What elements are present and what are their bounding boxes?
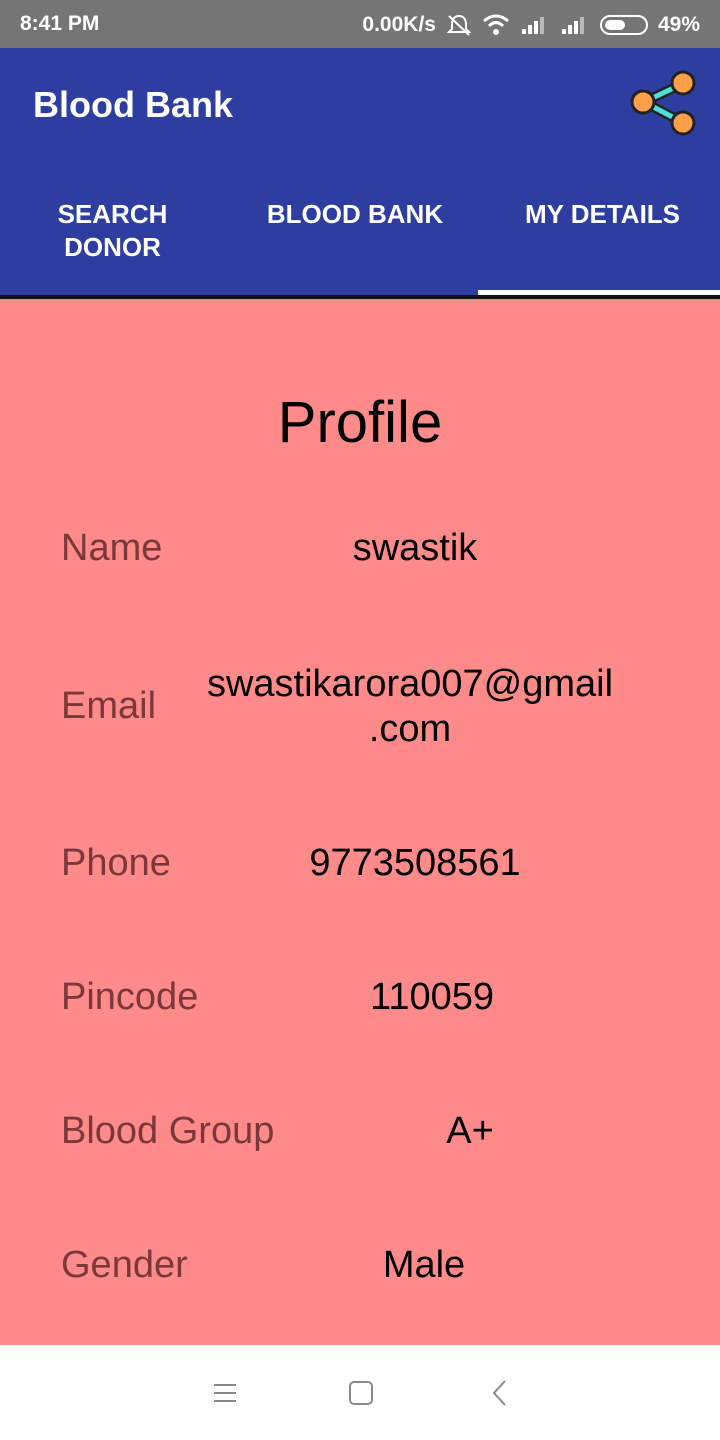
status-time: 8:41 PM xyxy=(20,12,100,35)
profile-panel: Profile Name swastik Email swastikarora0… xyxy=(0,299,720,1345)
email-label: Email xyxy=(61,685,157,727)
status-bar: 8:41 PM 0.00K/s 49% xyxy=(0,0,720,48)
tab-label: MY DETAILS xyxy=(524,199,681,229)
email-value-line: .com xyxy=(368,708,452,750)
email-value-line: swastikarora007@gmail xyxy=(206,663,614,705)
pincode-value: 110059 xyxy=(370,976,494,1018)
tab-label: SEARCH DONOR xyxy=(57,199,168,262)
phone-label: Phone xyxy=(61,842,171,884)
gender-value: Male xyxy=(382,1244,466,1286)
signal-icon xyxy=(560,14,590,36)
pincode-label: Pincode xyxy=(61,976,199,1018)
app-title: Blood Bank xyxy=(33,84,234,125)
tab-my-details[interactable]: MY DETAILS xyxy=(485,198,720,295)
net-speed: 0.00K/s xyxy=(362,13,436,36)
tab-search-donor[interactable]: SEARCH DONOR xyxy=(0,198,225,295)
tab-blood-bank[interactable]: BLOOD BANK xyxy=(225,198,485,295)
name-label: Name xyxy=(61,527,163,569)
tab-bar: SEARCH DONOR BLOOD BANK MY DETAILS xyxy=(0,198,720,295)
menu-icon xyxy=(214,1384,236,1402)
back-icon xyxy=(492,1380,506,1406)
blood-group-value: A+ xyxy=(446,1110,494,1152)
share-icon xyxy=(630,70,696,136)
email-value: swastikarora007@gmail .com xyxy=(190,663,630,751)
app-bar: Blood Bank SEARCH DONOR BLOOD BANK MY DE… xyxy=(0,48,720,295)
battery-icon xyxy=(599,15,648,35)
status-icons: 0.00K/s 49% xyxy=(362,10,700,40)
phone-value: 9773508561 xyxy=(309,842,521,884)
share-button[interactable] xyxy=(628,70,700,138)
back-button[interactable] xyxy=(480,1373,520,1413)
home-button[interactable] xyxy=(341,1373,381,1413)
name-value: swastik xyxy=(352,527,478,569)
blood-group-label: Blood Group xyxy=(61,1110,275,1152)
profile-title: Profile xyxy=(277,390,443,455)
menu-button[interactable] xyxy=(205,1373,245,1413)
tab-label: BLOOD BANK xyxy=(266,199,444,229)
mute-icon xyxy=(446,13,472,37)
gender-label: Gender xyxy=(61,1244,188,1286)
system-nav-bar xyxy=(0,1345,720,1440)
battery-percent: 49% xyxy=(657,13,700,36)
home-icon xyxy=(349,1381,373,1405)
signal-icon xyxy=(520,14,550,36)
wifi-icon xyxy=(482,14,510,36)
